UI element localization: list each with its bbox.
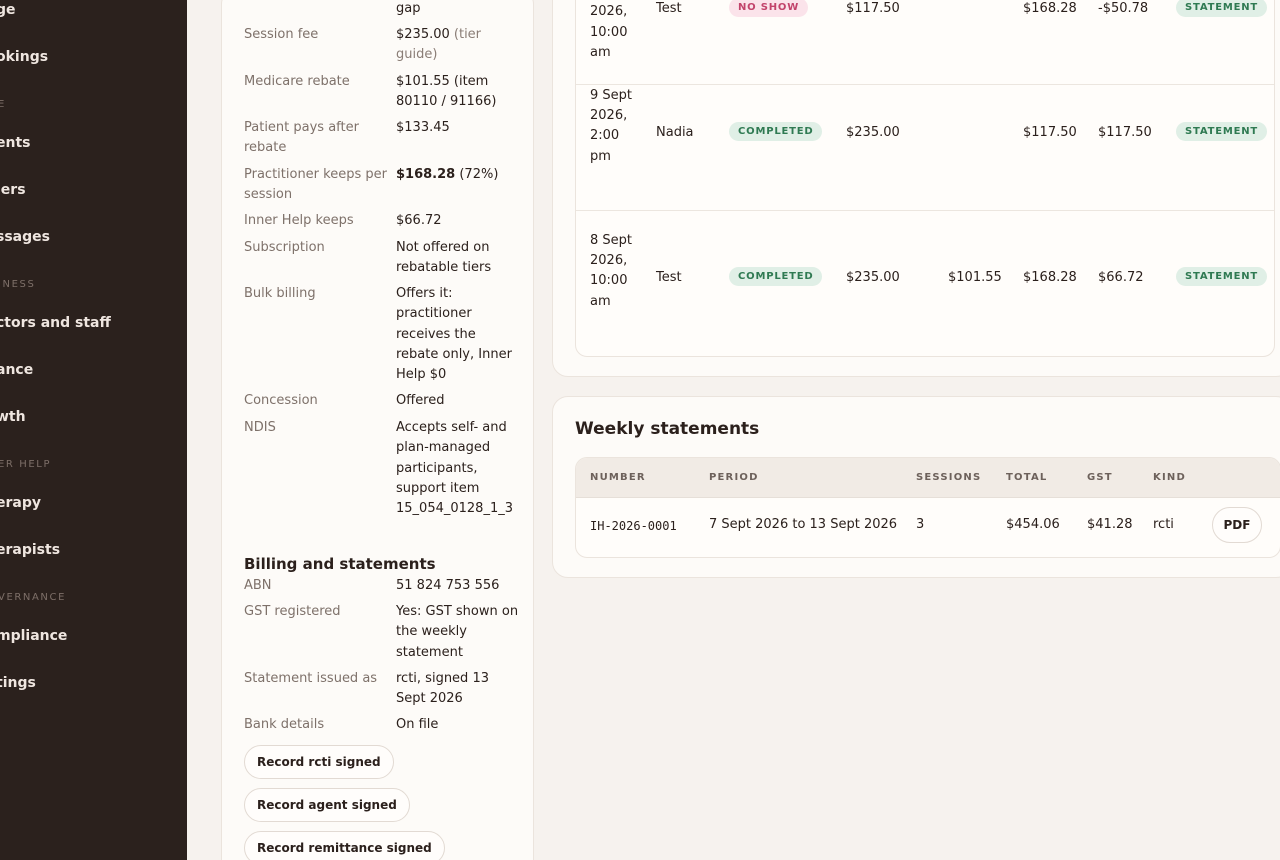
session-net: -$50.78 <box>1098 1 1149 16</box>
value-bank-details: On file <box>396 717 439 732</box>
record-agent-signed-button[interactable]: Record agent signed <box>244 788 410 822</box>
statement-badge[interactable]: STATEMENT <box>1176 0 1268 17</box>
sidebar-item[interactable]: mpliance <box>0 628 67 644</box>
sidebar-item[interactable]: ssages <box>0 229 50 245</box>
weekly-statements-card: Weekly statements NUMBER PERIOD SESSIONS… <box>552 396 1280 578</box>
record-rcti-signed-button[interactable]: Record rcti signed <box>244 745 394 779</box>
session-client: Nadia <box>656 125 694 140</box>
sidebar-item[interactable]: erapy <box>0 495 41 511</box>
sidebar-section-label: VERNANCE <box>0 592 67 603</box>
table-row: 10 Sept 2026, 10:00 am Test $117.50 $168.28… <box>576 0 1274 85</box>
session-practitioner-share: $168.28 <box>1023 1 1077 16</box>
value-statement-issued: rcti, signed 13 Sept 2026 <box>396 671 489 707</box>
session-fee-amount: $235.00 <box>396 27 450 42</box>
value-session-fee: $235.00 (tier guide) <box>396 25 520 66</box>
weekly-statements-table: NUMBER PERIOD SESSIONS TOTAL GST KIND IH… <box>575 457 1280 558</box>
session-net: $117.50 <box>1098 125 1152 140</box>
statement-number: IH-2026-0001 <box>590 519 677 533</box>
sidebar-section-label: ER HELP <box>0 459 52 470</box>
value-practitioner-keeps: $168.28 (72%) <box>396 165 520 185</box>
sidebar-item[interactable]: lers <box>0 182 26 198</box>
sidebar-section-label: INESS <box>0 279 36 290</box>
session-client: Test <box>656 270 682 285</box>
table-row: IH-2026-0001 7 Sept 2026 to 13 Sept 2026… <box>576 458 1280 555</box>
sidebar-item[interactable]: ctors and staff <box>0 315 111 331</box>
label-subscription: Subscription <box>244 240 325 255</box>
sidebar-item[interactable]: tings <box>0 675 36 691</box>
statement-gst: $41.28 <box>1087 517 1133 532</box>
session-date: 10 Sept 2026, 10:00 am <box>590 4 628 60</box>
label-medicare-rebate: Medicare rebate <box>244 74 350 89</box>
sidebar-item[interactable]: ance <box>0 362 33 378</box>
label-ndis: NDIS <box>244 420 276 435</box>
value-abn: 51 824 753 556 <box>396 578 500 593</box>
session-status-badge: NO SHOW <box>729 0 809 17</box>
session-practitioner-share: $168.28 <box>1023 270 1077 285</box>
statement-sessions: 3 <box>916 517 925 532</box>
session-client: Test <box>656 1 682 16</box>
table-row: 8 Sept 2026, 10:00 am Test $235.00 $101.55 $… <box>576 211 1274 356</box>
sidebar-item[interactable]: ents <box>0 135 31 151</box>
session-status-badge: COMPLETED <box>729 267 823 286</box>
value-inner-help-keeps: $66.72 <box>396 213 442 228</box>
label-bulk-billing: Bulk billing <box>244 286 316 301</box>
label-practitioner-keeps: Practitioner keeps per session <box>244 167 387 202</box>
label-bank-details: Bank details <box>244 717 325 732</box>
label-inner-help-keeps: Inner Help keeps <box>244 213 354 228</box>
sidebar-item[interactable]: erapists <box>0 542 60 558</box>
statement-period: 7 Sept 2026 to 13 Sept 2026 <box>709 517 898 532</box>
session-fee: $235.00 <box>846 270 900 285</box>
sidebar-item[interactable]: ge <box>0 2 16 18</box>
practitioner-keeps-amount: $168.28 <box>396 167 456 182</box>
table-row: 9 Sept 2026, 2:00 pm Nadia $235.00 $117.50 $… <box>576 85 1274 211</box>
sidebar-section-label: E <box>0 99 6 110</box>
statement-total: $454.06 <box>1006 517 1060 532</box>
value-patient-pays: $133.45 <box>396 120 450 135</box>
sidebar-item[interactable]: okings <box>0 49 48 65</box>
session-net: $66.72 <box>1098 270 1144 285</box>
label-concession: Concession <box>244 393 318 408</box>
record-remittance-signed-button[interactable]: Record remittance signed <box>244 831 445 860</box>
session-fee: $235.00 <box>846 125 900 140</box>
session-practitioner-share: $117.50 <box>1023 125 1077 140</box>
label-gst-registered: GST registered <box>244 604 341 619</box>
weekly-statements-title: Weekly statements <box>575 419 760 439</box>
value-gap-tail: gap <box>396 1 421 16</box>
label-abn: ABN <box>244 578 272 593</box>
statement-badge[interactable]: STATEMENT <box>1176 267 1268 286</box>
value-subscription: Not offered on rebatable tiers <box>396 240 492 276</box>
sessions-table: 10 Sept 2026, 10:00 am Test $117.50 $168.28… <box>575 0 1275 357</box>
label-session-fee: Session fee <box>244 27 319 42</box>
value-medicare-rebate: $101.55 (item 80110 / 91166) <box>396 74 497 110</box>
value-bulk-billing: Offers it: practitioner receives the reb… <box>396 286 512 383</box>
statement-badge[interactable]: STATEMENT <box>1176 122 1268 141</box>
session-fee: $117.50 <box>846 1 900 16</box>
session-status-badge: COMPLETED <box>729 122 823 141</box>
session-rebate: $101.55 <box>948 270 1002 285</box>
statement-kind: rcti <box>1153 517 1174 532</box>
label-statement-issued: Statement issued as <box>244 671 378 686</box>
label-patient-pays: Patient pays after rebate <box>244 120 359 155</box>
sidebar-item[interactable]: wth <box>0 409 26 425</box>
sessions-card: 10 Sept 2026, 10:00 am Test $117.50 $168.28… <box>552 0 1280 377</box>
session-date: 9 Sept 2026, 2:00 pm <box>590 88 633 164</box>
sidebar-nav: ge okings ents lers ssages ctors and staff anc… <box>0 0 187 860</box>
session-date: 8 Sept 2026, 10:00 am <box>590 233 633 309</box>
billing-heading: Billing and statements <box>244 555 436 573</box>
download-pdf-button[interactable]: PDF <box>1212 507 1262 543</box>
practitioner-keeps-pct: (72%) <box>459 167 499 182</box>
value-ndis: Accepts self- and plan-managed participa… <box>396 420 513 517</box>
value-gst-registered: Yes: GST shown on the weekly statement <box>396 604 519 660</box>
value-concession: Offered <box>396 393 445 408</box>
